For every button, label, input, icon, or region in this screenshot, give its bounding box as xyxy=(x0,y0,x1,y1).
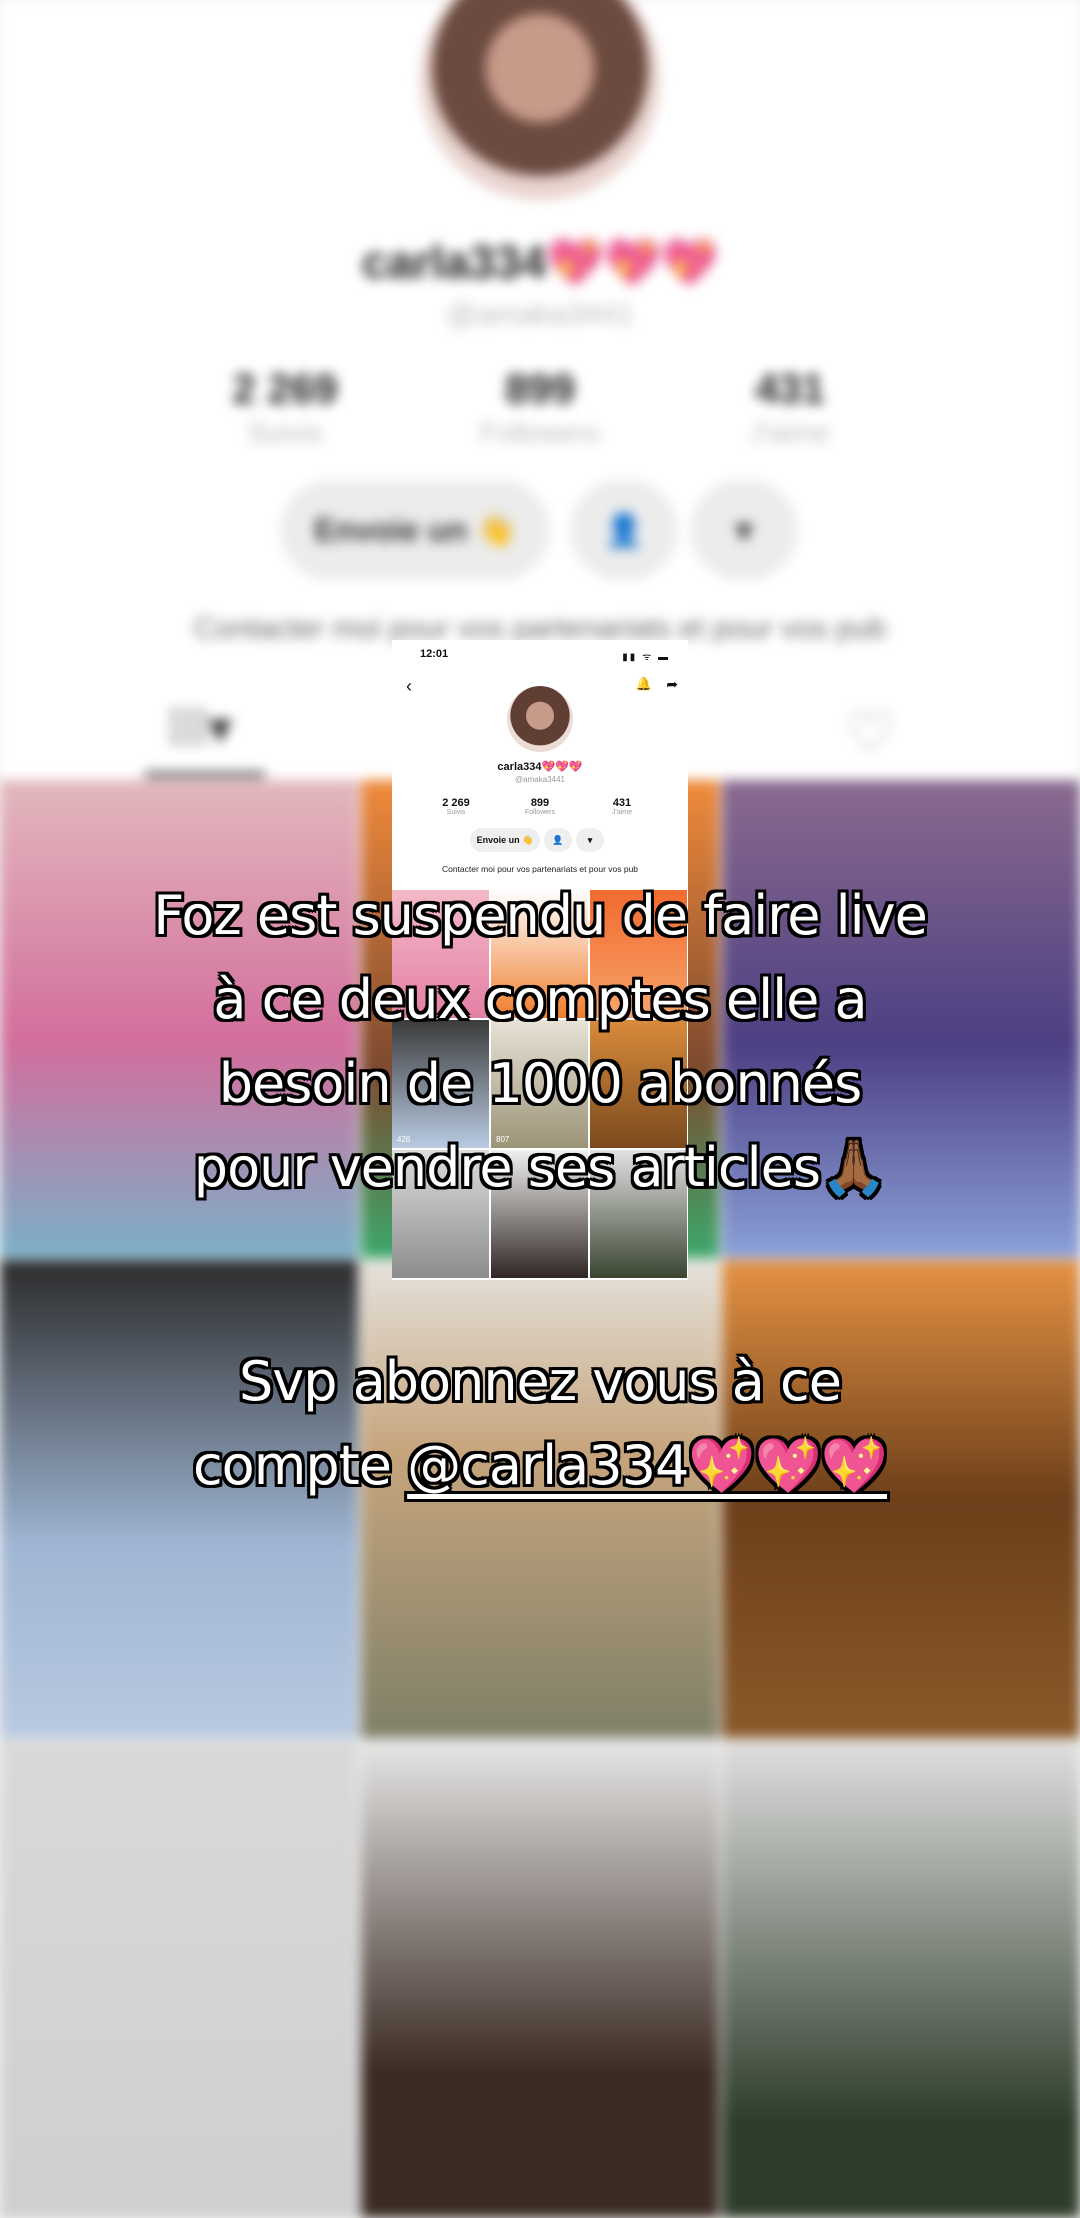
add-user-icon: 👤 xyxy=(552,834,564,845)
mention-link[interactable]: @carla334💖💖💖 xyxy=(407,1434,888,1497)
add-friend-button[interactable]: 👤 xyxy=(544,828,572,852)
stat-label: Suivis xyxy=(446,809,466,816)
stat-following[interactable]: 2 269 Suivis xyxy=(185,365,385,449)
caption-line: compte @carla334💖💖💖 xyxy=(40,1424,1040,1508)
stat-label: J'aime xyxy=(749,417,831,448)
avatar xyxy=(507,686,573,752)
share-button[interactable]: ➦ xyxy=(666,676,678,693)
profile-handle: @amaka3441 xyxy=(446,298,634,331)
add-user-icon: 👤 xyxy=(604,512,644,548)
stat-value: 899 xyxy=(504,365,576,412)
stat-value: 431 xyxy=(754,365,826,412)
liked-tab[interactable]: ♡ xyxy=(845,700,895,766)
caret-down-icon: ▾ xyxy=(735,512,753,548)
chevron-left-icon: ‹ xyxy=(406,676,412,696)
stat-value: 2 269 xyxy=(442,797,470,809)
caption-line: pour vendre ses articles🙏🏾 xyxy=(193,1136,887,1199)
more-options-button[interactable]: ▾ xyxy=(576,828,604,852)
stat-following[interactable]: 2 269 Suivis xyxy=(426,797,486,816)
status-time: 12:01 xyxy=(420,648,449,660)
video-thumbnail[interactable] xyxy=(361,1740,719,2218)
stat-value: 2 269 xyxy=(232,365,338,412)
profile-handle: @amaka3441 xyxy=(515,775,565,784)
stat-followers[interactable]: 899 Followers xyxy=(440,365,640,449)
stat-likes[interactable]: 431 J'aime xyxy=(690,365,890,449)
caption-line: Foz est suspendu de faire live xyxy=(153,884,928,947)
stat-label: Suivis xyxy=(247,417,323,448)
caret-down-icon: ▾ xyxy=(587,834,593,845)
stat-value: 899 xyxy=(530,797,550,809)
stat-label: Followers xyxy=(525,809,555,816)
profile-name: carla334💖💖💖 xyxy=(497,761,583,773)
video-thumbnail[interactable] xyxy=(0,1740,358,2218)
profile-bio: Contacter moi pour vos partenariats et p… xyxy=(441,864,639,874)
more-options-button[interactable]: ▾ xyxy=(690,480,798,580)
stat-followers[interactable]: 899 Followers xyxy=(510,797,570,816)
profile-name: carla334💖💖💖 xyxy=(361,236,718,288)
caption-line: à ce deux comptes elle a xyxy=(213,968,867,1031)
heart-icon: ♡ xyxy=(845,701,896,764)
status-icons: ▮▮ ᯤ ▬ xyxy=(622,652,670,663)
share-icon: ➦ xyxy=(666,676,678,692)
add-friend-button[interactable]: 👤 xyxy=(570,480,678,580)
video-thumbnail[interactable] xyxy=(722,1740,1080,2218)
grid-icon: ⁞⁞⁞▾ xyxy=(168,702,233,755)
caption-block-1: Foz est suspendu de faire live à ce deux… xyxy=(40,874,1040,1210)
caption-line: Svp abonnez vous à ce xyxy=(239,1350,842,1413)
caption-block-2: Svp abonnez vous à ce compte @carla334💖💖… xyxy=(40,1340,1040,1508)
tab-indicator xyxy=(145,772,265,777)
stat-label: J'aime xyxy=(611,809,632,816)
stat-likes[interactable]: 431 J'aime xyxy=(592,797,652,816)
message-button[interactable]: Envoie un 👋 xyxy=(470,828,540,852)
caption-text: compte xyxy=(192,1434,408,1497)
caption-line: besoin de 1000 abonnés xyxy=(218,1052,863,1115)
bell-icon: 🔔 xyxy=(635,676,652,691)
stat-value: 431 xyxy=(612,797,632,809)
back-button[interactable]: ‹ xyxy=(406,676,412,697)
stat-label: Followers xyxy=(480,417,600,448)
grid-tab[interactable]: ⁞⁞⁞▾ xyxy=(168,700,248,760)
notification-button[interactable]: 🔔 xyxy=(636,676,652,692)
message-button[interactable]: Envoie un 👋 xyxy=(280,480,550,580)
